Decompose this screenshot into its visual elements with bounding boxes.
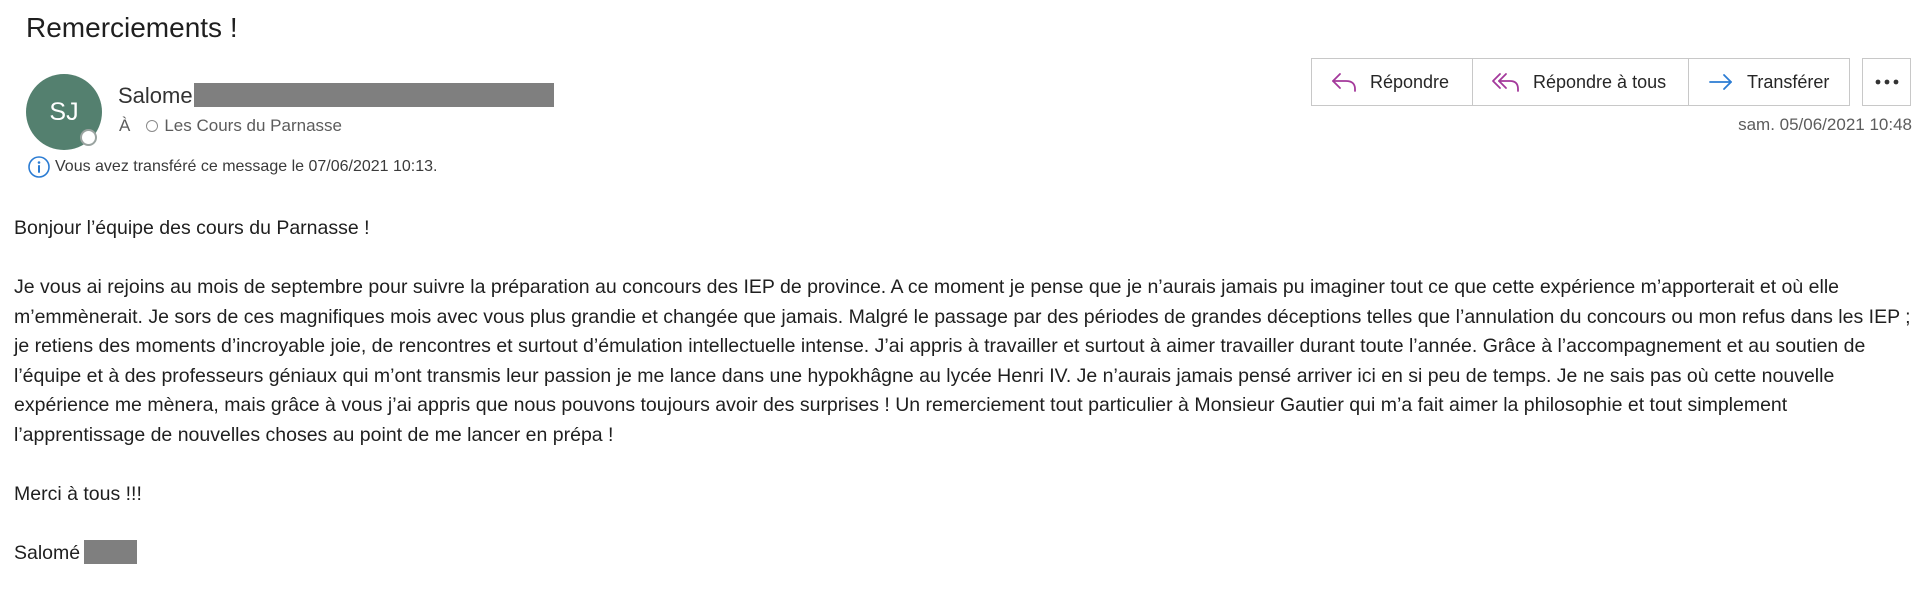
body-paragraph: Je vous ai rejoins au mois de septembre … bbox=[14, 276, 1911, 446]
avatar-initials: SJ bbox=[49, 97, 79, 126]
message-action-bar: Répondre Répondre à tous Transférer bbox=[1311, 58, 1850, 106]
forward-label: Transférer bbox=[1747, 71, 1830, 92]
greeting: Bonjour l’équipe des cours du Parnasse ! bbox=[14, 217, 370, 239]
recipient-status-icon bbox=[146, 120, 159, 132]
reply-all-button[interactable]: Répondre à tous bbox=[1473, 59, 1689, 105]
more-ellipsis-icon bbox=[1875, 79, 1898, 85]
recipient-line: À Les Cours du Parnasse bbox=[119, 116, 342, 136]
forward-info-text: Vous avez transféré ce message le 07/06/… bbox=[55, 158, 438, 175]
sender-line[interactable]: Salome bbox=[118, 83, 554, 109]
reply-arrow-icon bbox=[1332, 73, 1356, 92]
email-subject: Remerciements ! bbox=[26, 12, 238, 43]
received-date: sam. 05/06/2021 10:48 bbox=[1738, 115, 1912, 134]
message-body: Bonjour l’équipe des cours du Parnasse !… bbox=[14, 214, 1914, 598]
reply-button[interactable]: Répondre bbox=[1312, 59, 1473, 105]
forward-button[interactable]: Transférer bbox=[1689, 59, 1849, 105]
redacted-sender-surname bbox=[193, 83, 554, 108]
sender-name: Salome bbox=[118, 83, 193, 108]
reply-all-arrow-icon bbox=[1492, 73, 1519, 92]
to-prefix: À bbox=[119, 116, 131, 135]
forward-arrow-icon bbox=[1709, 74, 1732, 90]
reply-all-label: Répondre à tous bbox=[1533, 71, 1667, 92]
signature-line: Salomé bbox=[14, 539, 1914, 569]
redacted-signature-surname bbox=[84, 540, 138, 565]
presence-status-icon bbox=[80, 129, 97, 146]
more-actions-button[interactable] bbox=[1862, 58, 1911, 106]
forward-info-bar: Vous avez transféré ce message le 07/06/… bbox=[27, 155, 437, 179]
reply-label: Répondre bbox=[1370, 71, 1450, 92]
recipient-name[interactable]: Les Cours du Parnasse bbox=[164, 116, 342, 136]
info-circle-icon bbox=[27, 155, 51, 179]
signature-name: Salomé bbox=[14, 541, 81, 564]
thanks-line: Merci à tous !!! bbox=[14, 482, 142, 505]
